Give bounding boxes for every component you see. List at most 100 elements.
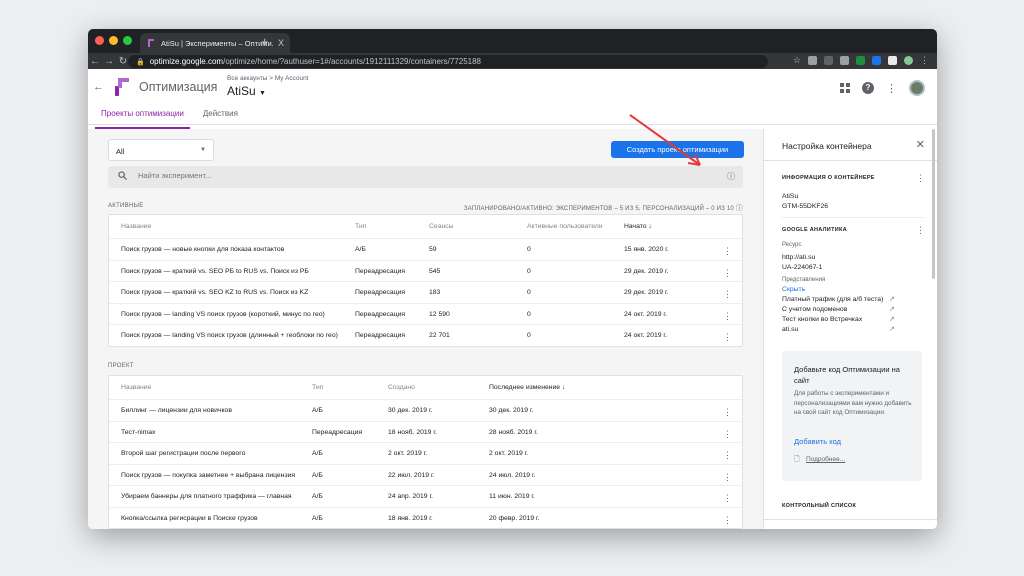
column-header-active-users[interactable]: Активные пользователи [527,223,603,230]
ga-menu-icon[interactable]: ⋮ [916,225,925,236]
view-item: ati.su [782,326,799,333]
experiment-modified: 11 июн. 2019 г. [489,493,535,500]
table-row[interactable]: Тест-nimax Переадресация 18 нояб. 2019 г… [109,420,742,443]
extension-icon[interactable] [856,56,865,65]
promo-body: Для работы с экспериментами и персонализ… [794,390,912,416]
apps-grid-icon[interactable] [840,83,850,93]
document-icon: 🗋 [794,456,800,463]
new-tab-button[interactable]: + [261,34,269,49]
row-menu-icon[interactable]: ⋮ [723,332,732,343]
table-row[interactable]: Поиск грузов — краткий vs. SEO KZ to RUS… [109,281,742,303]
browser-window: AtiSu | Эксперименты – Оптими... X + ← →… [88,29,937,529]
table-row[interactable]: Убираем баннеры для платного траффика — … [109,485,742,507]
external-link-icon[interactable]: ↗ [889,315,895,323]
profile-avatar-icon[interactable] [904,56,913,65]
table-row[interactable]: Второй шаг регистрации после первого А/Б… [109,442,742,464]
row-menu-icon[interactable]: ⋮ [723,472,732,483]
column-header-started[interactable]: Начато ↓ [624,223,652,230]
table-row[interactable]: Кнопка/ссылка регисрации в Поиске грузов… [109,506,742,529]
extension-icon[interactable] [888,56,897,65]
experiment-name: Биллинг — лицензии для новичков [121,407,232,414]
resource-id: UA-224067-1 [782,264,823,271]
row-menu-icon[interactable]: ⋮ [723,450,732,461]
column-header-name[interactable]: Название [121,384,151,391]
back-arrow-icon[interactable]: ← [93,81,104,93]
help-outline-icon[interactable]: ⓘ [736,205,743,212]
table-row[interactable]: Поиск грузов — краткий vs. SEO РБ to RUS… [109,259,742,282]
hide-views-link[interactable]: Скрыть [782,286,805,293]
install-code-card: Добавьте код Оптимизации на сайт Для раб… [782,351,922,481]
maximize-window-button[interactable] [123,36,132,45]
column-header-name[interactable]: Название [121,223,151,230]
table-row[interactable]: Поиск грузов — покупка заметнее + выбран… [109,463,742,486]
main-content: All ▼ Создать проект оптимизации ⓘ АКТИВ… [88,129,763,529]
search-input[interactable] [138,171,638,180]
row-menu-icon[interactable]: ⋮ [723,515,732,526]
active-section-label: АКТИВНЫЕ [108,203,144,209]
experiment-created: 2 окт. 2019 г. [388,450,428,457]
external-link-icon[interactable]: ↗ [889,305,895,313]
row-menu-icon[interactable]: ⋮ [723,407,732,418]
add-code-link[interactable]: Добавить код [794,437,841,446]
container-info-label: ИНФОРМАЦИЯ О КОНТЕЙНЕРЕ [782,175,875,181]
extension-icon[interactable] [808,56,817,65]
header-icons: ? ⋮ [840,80,925,96]
table-row[interactable]: Поиск грузов — landing VS поиск грузов (… [109,324,742,346]
experiment-name: Поиск грузов — landing VS поиск грузов (… [121,310,325,318]
row-menu-icon[interactable]: ⋮ [723,493,732,504]
experiment-started: 29 дек. 2019 г. [624,289,669,296]
checklist-label: КОНТРОЛЬНЫЙ СПИСОК [782,503,857,509]
url-field[interactable]: 🔒 optimize.google.com/optimize/home/?aut… [128,55,768,68]
divider [764,519,937,520]
column-header-last-modified[interactable]: Последнее изменение ↓ [489,384,565,391]
active-experiments-table: Название Тип Сеансы Активные пользовател… [108,214,743,347]
app-tabs: Проекты оптимизации Действия [88,99,244,129]
tab-close-icon[interactable]: X [278,38,284,48]
star-icon[interactable]: ☆ [793,55,801,66]
table-row[interactable]: Поиск грузов — landing VS поиск грузов (… [109,302,742,325]
more-vert-icon[interactable]: ⋮ [886,82,897,95]
column-header-created[interactable]: Создано [388,384,415,391]
learn-more-link[interactable]: Подробнее... [806,456,845,463]
experiment-name: Поиск грузов — краткий vs. SEO KZ to RUS… [121,289,309,296]
extension-icon[interactable] [840,56,849,65]
browser-menu-icon[interactable]: ⋮ [920,55,929,66]
tab-activity[interactable]: Действия [197,99,244,129]
chevron-down-icon: ▼ [259,90,266,97]
avatar[interactable] [909,80,925,96]
external-link-icon[interactable]: ↗ [889,295,895,303]
extension-icon[interactable] [872,56,881,65]
row-menu-icon[interactable]: ⋮ [723,311,732,322]
panel-title: Настройка контейнера [782,141,872,151]
external-link-icon[interactable]: ↗ [889,325,895,333]
extensions-bar: ☆ ⋮ [793,55,929,66]
table-row[interactable]: Биллинг — лицензии для новичков А/Б 30 д… [109,399,742,421]
container-menu-icon[interactable]: ⋮ [916,173,925,184]
table-row[interactable]: Поиск грузов — новые кнопки для показа к… [109,238,742,260]
extension-icon[interactable] [824,56,833,65]
experiment-type: Переадресация [355,289,406,296]
help-outline-icon[interactable]: ⓘ [727,171,735,182]
breadcrumb[interactable]: Все аккаунты > My Account [227,75,309,82]
panel-scrollbar[interactable] [932,129,935,279]
column-header-type[interactable]: Тип [312,384,323,391]
experiment-started: 15 янв. 2020 г. [624,246,669,253]
row-menu-icon[interactable]: ⋮ [723,268,732,279]
column-header-sessions[interactable]: Сеансы [429,223,454,230]
container-settings-panel: Настройка контейнера ✕ ИНФОРМАЦИЯ О КОНТ… [763,129,937,529]
account-selector[interactable]: AtiSu ▼ [227,84,266,98]
back-icon[interactable]: ← [88,56,102,67]
tab-experiments[interactable]: Проекты оптимизации [95,99,190,129]
close-icon[interactable]: ✕ [916,138,925,151]
close-window-button[interactable] [95,36,104,45]
row-menu-icon[interactable]: ⋮ [723,289,732,300]
experiment-sessions: 183 [429,289,441,296]
experiment-created: 18 янв. 2019 г. [388,514,433,522]
column-header-type[interactable]: Тип [355,223,366,230]
forward-icon[interactable]: → [102,56,116,67]
filter-select[interactable]: All ▼ [108,139,214,161]
row-menu-icon[interactable]: ⋮ [723,246,732,257]
row-menu-icon[interactable]: ⋮ [723,429,732,440]
help-icon[interactable]: ? [862,82,874,94]
minimize-window-button[interactable] [109,36,118,45]
